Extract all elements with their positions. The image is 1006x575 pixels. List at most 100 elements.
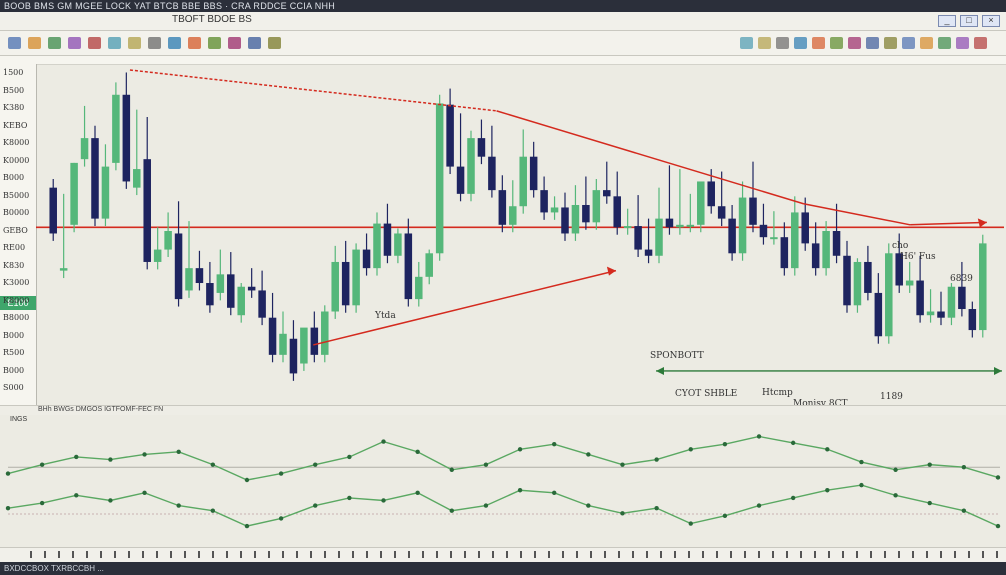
- candle: [394, 228, 402, 264]
- candle: [289, 320, 298, 381]
- candle: [143, 117, 151, 270]
- arrow-head: [606, 266, 616, 276]
- zoom-icon-right[interactable]: [794, 37, 807, 49]
- timeline-tick: [170, 551, 172, 558]
- grid-icon[interactable]: [168, 37, 181, 49]
- color-icon[interactable]: [188, 37, 201, 49]
- oscillator-point: [722, 441, 728, 447]
- candle: [341, 240, 350, 313]
- close-button[interactable]: ×: [982, 15, 1000, 27]
- oscillator-point: [142, 490, 147, 495]
- candle: [676, 169, 684, 235]
- settings-icon[interactable]: [208, 37, 221, 49]
- candle: [644, 218, 653, 264]
- oscillator-point: [517, 488, 523, 493]
- folder-icon[interactable]: [128, 37, 141, 49]
- oscillator-point: [313, 462, 318, 467]
- candle: [759, 203, 768, 245]
- chart-tab-bar: TBOFT BDOE BS _ □ ×: [0, 12, 1006, 31]
- minimize-button[interactable]: _: [938, 15, 956, 27]
- timeline-tick: [688, 551, 690, 558]
- price-label: B0000: [3, 208, 30, 217]
- timeline-tick: [268, 551, 270, 558]
- timeline-tick: [744, 551, 746, 558]
- template-icon-right[interactable]: [866, 37, 879, 49]
- status-bar: BXDCCBOX TXRBCCBH ...: [0, 562, 1006, 575]
- price-label: K380: [3, 103, 25, 112]
- template-icon[interactable]: [148, 37, 161, 49]
- candle: [133, 109, 141, 196]
- alert-icon[interactable]: [228, 37, 241, 49]
- price-label: B000: [3, 173, 25, 182]
- timeline-tick: [730, 551, 732, 558]
- oscillator-point: [210, 462, 216, 467]
- candle: [665, 165, 674, 235]
- timeline-tick: [422, 551, 424, 558]
- maximize-button[interactable]: □: [960, 15, 978, 27]
- grid-icon-right[interactable]: [884, 37, 897, 49]
- chart-type-icon-right[interactable]: [740, 37, 753, 49]
- timeline-tick: [394, 551, 396, 558]
- candle: [70, 162, 78, 233]
- candle: [592, 178, 601, 230]
- oscillator-point: [825, 447, 830, 452]
- price-axis[interactable]: E100 1500 B500 K380 KEBO K8000 K0000 B000 B5000…: [0, 64, 37, 410]
- layout-icon-right[interactable]: [956, 37, 969, 49]
- oscillator-point: [995, 475, 1001, 480]
- title-bar: BOOB BMS GM MGEE LOCK YAT BTCB BBE BBS ·…: [0, 0, 1006, 12]
- cursor-icon-right[interactable]: [758, 37, 771, 49]
- timeline-bar[interactable]: [0, 547, 1006, 562]
- color-icon-right[interactable]: [902, 37, 915, 49]
- oscillator-point: [859, 459, 864, 465]
- candle: [185, 221, 193, 298]
- timeline-tick: [898, 551, 900, 558]
- trend-line[interactable]: [803, 203, 911, 226]
- settings-icon-right[interactable]: [920, 37, 933, 49]
- indicator-icon-right[interactable]: [830, 37, 843, 49]
- timeline-tick: [842, 551, 844, 558]
- oscillator-line1: [7, 435, 999, 481]
- trendline-icon-right[interactable]: [776, 37, 789, 49]
- candle: [227, 252, 235, 316]
- candle: [446, 88, 454, 175]
- oscillator-point: [278, 516, 284, 521]
- trendline-icon[interactable]: [48, 37, 61, 49]
- oscillator-point: [449, 467, 454, 472]
- candle: [603, 161, 611, 204]
- timeline-tick: [408, 551, 410, 558]
- tab-title[interactable]: TBOFT BDOE BS: [172, 14, 252, 25]
- chart-type-icon[interactable]: [8, 37, 21, 49]
- candle: [49, 178, 57, 241]
- oscillator-point: [756, 434, 762, 439]
- pencil-icon[interactable]: [88, 37, 101, 49]
- oscillator-point: [415, 490, 420, 495]
- candle: [91, 125, 99, 227]
- pencil-icon-right[interactable]: [812, 37, 825, 49]
- candle: [968, 301, 977, 338]
- layout-icon[interactable]: [248, 37, 261, 49]
- alert-icon-right[interactable]: [938, 37, 951, 49]
- timeline-tick: [156, 551, 158, 558]
- candle: [122, 72, 131, 189]
- folder-icon-right[interactable]: [848, 37, 861, 49]
- indicator-icon[interactable]: [108, 37, 121, 49]
- oscillator-point: [347, 495, 352, 501]
- zoom-icon[interactable]: [68, 37, 81, 49]
- oscillator-point: [961, 508, 967, 513]
- trend-line[interactable]: [496, 110, 804, 205]
- price-chart[interactable]: [36, 64, 1004, 406]
- oscillator-point: [39, 462, 45, 467]
- trend-line[interactable]: [910, 221, 987, 226]
- cursor-icon[interactable]: [28, 37, 41, 49]
- price-label: S000: [3, 383, 24, 392]
- annotation-a: Ytda: [375, 311, 396, 321]
- oscillator-panel[interactable]: [0, 416, 1006, 546]
- oscillator-point: [5, 505, 11, 511]
- candle: [59, 193, 68, 279]
- camera-icon[interactable]: [268, 37, 281, 49]
- oscillator-point: [825, 488, 830, 493]
- candle: [352, 243, 360, 313]
- oscillator-point: [859, 482, 864, 488]
- candle: [216, 249, 225, 301]
- camera-icon-right[interactable]: [974, 37, 987, 49]
